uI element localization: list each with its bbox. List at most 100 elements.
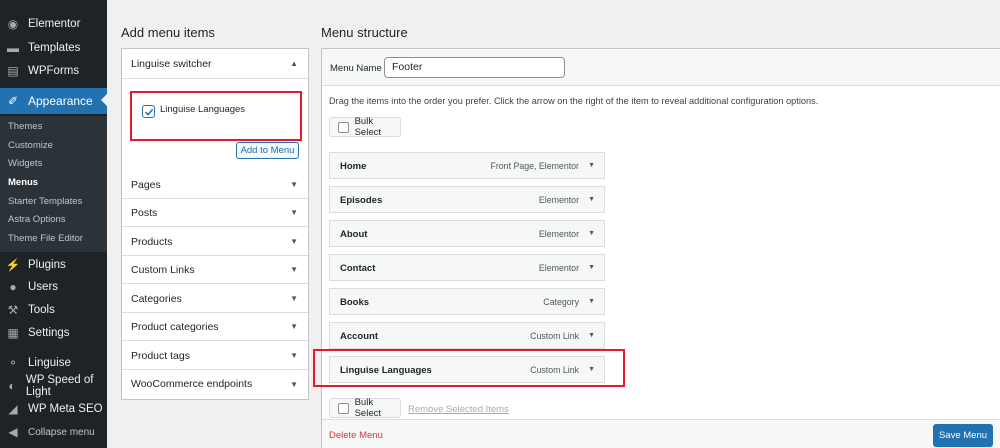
accordion-products[interactable]: Products ▼ xyxy=(122,228,308,256)
sidebar-item-linguise[interactable]: ⚬ Linguise xyxy=(0,351,107,375)
accordion-title: Custom Links xyxy=(131,263,195,276)
collapse-icon: ◀ xyxy=(8,425,18,439)
menu-footer-bar: Delete Menu Save Menu xyxy=(322,419,1000,448)
sidebar-item-label: Plugins xyxy=(28,259,66,271)
accordion-product-tags[interactable]: Product tags ▼ xyxy=(122,342,308,370)
sidebar-item-settings[interactable]: ▦ Settings xyxy=(0,321,107,345)
menu-item-about[interactable]: About Elementor ▼ xyxy=(329,220,605,247)
sidebar-item-label: WP Meta SEO xyxy=(28,403,103,415)
sidebar-item-wpforms[interactable]: ▤ WPForms xyxy=(0,59,107,83)
sidebar-item-label: WPForms xyxy=(28,65,80,77)
add-to-menu-button[interactable]: Add to Menu xyxy=(236,142,299,159)
sidebar-item-wp-meta-seo[interactable]: ◢ WP Meta SEO xyxy=(0,397,107,421)
sidebar-item-plugins[interactable]: ⚡ Plugins xyxy=(0,253,107,277)
chevron-down-icon[interactable]: ▼ xyxy=(290,208,298,217)
menu-structure-panel: Menu Name Footer Drag the items into the… xyxy=(321,48,1000,448)
accordion-linguise-switcher[interactable]: Linguise switcher ▲ xyxy=(122,49,308,79)
menu-item-title: Contact xyxy=(340,263,376,274)
linguise-switcher-highlight: Linguise Languages xyxy=(130,91,302,141)
menu-item-contact[interactable]: Contact Elementor ▼ xyxy=(329,254,605,281)
expand-arrow-icon[interactable]: ▼ xyxy=(588,230,595,237)
sidebar-item-label: Templates xyxy=(28,42,81,54)
menu-item-type: Custom Link xyxy=(530,331,579,341)
expand-arrow-icon[interactable]: ▼ xyxy=(588,162,595,169)
menu-item-title: Account xyxy=(340,331,378,342)
admin-sidebar: ◉ Elementor ▬ Templates ▤ WPForms ✐ Appe… xyxy=(0,0,107,448)
menu-item-title: Episodes xyxy=(340,195,383,206)
accordion-product-categories[interactable]: Product categories ▼ xyxy=(122,313,308,341)
menu-item-home[interactable]: Home Front Page, Elementor ▼ xyxy=(329,152,605,179)
accordion-pages[interactable]: Pages ▼ xyxy=(122,171,308,199)
settings-icon: ▦ xyxy=(7,326,19,340)
chevron-down-icon[interactable]: ▼ xyxy=(290,351,298,360)
menu-item-account[interactable]: Account Custom Link ▼ xyxy=(329,322,605,349)
sidebar-item-templates[interactable]: ▬ Templates xyxy=(0,36,107,60)
submenu-astra-options[interactable]: Astra Options xyxy=(0,210,107,229)
chevron-down-icon[interactable]: ▼ xyxy=(290,294,298,303)
accordion-woocommerce-endpoints[interactable]: WooCommerce endpoints ▼ xyxy=(122,370,308,398)
menu-item-books[interactable]: Books Category ▼ xyxy=(329,288,605,315)
sidebar-item-elementor[interactable]: ◉ Elementor xyxy=(0,12,107,36)
expand-arrow-icon[interactable]: ▼ xyxy=(588,298,595,305)
accordion-title: Pages xyxy=(131,178,161,191)
submenu-menus[interactable]: Menus xyxy=(0,173,107,192)
submenu-starter-templates[interactable]: Starter Templates xyxy=(0,192,107,211)
menu-instructions: Drag the items into the order you prefer… xyxy=(329,96,819,106)
bulk-select-label: Bulk Select xyxy=(354,116,381,138)
sidebar-item-label: Appearance xyxy=(28,94,93,108)
expand-arrow-icon[interactable]: ▼ xyxy=(588,332,595,339)
chevron-down-icon[interactable]: ▼ xyxy=(290,180,298,189)
expand-arrow-icon[interactable]: ▼ xyxy=(588,196,595,203)
chart-icon: ◢ xyxy=(8,402,18,416)
menu-name-input[interactable]: Footer xyxy=(384,57,565,78)
bulk-select-checkbox[interactable] xyxy=(338,121,349,133)
bulk-select-top[interactable]: Bulk Select xyxy=(329,116,401,138)
accordion-posts[interactable]: Posts ▼ xyxy=(122,199,308,227)
chevron-down-icon[interactable]: ▼ xyxy=(290,237,298,246)
bulk-select-bottom[interactable]: Bulk Select xyxy=(329,397,401,419)
menu-item-type: Elementor xyxy=(538,263,579,273)
linguise-languages-checkbox[interactable] xyxy=(142,105,155,118)
add-menu-items-panel: Linguise switcher ▲ Linguise Languages A… xyxy=(121,48,309,400)
sidebar-item-users[interactable]: ● Users xyxy=(0,275,107,299)
menu-name-label: Menu Name xyxy=(330,63,382,74)
menu-item-episodes[interactable]: Episodes Elementor ▼ xyxy=(329,186,605,213)
menu-item-type: Elementor xyxy=(538,195,579,205)
chevron-down-icon[interactable]: ▼ xyxy=(290,322,298,331)
bulk-select-label: Bulk Select xyxy=(354,397,381,419)
menu-structure-heading: Menu structure xyxy=(321,25,408,40)
menu-item-title: Home xyxy=(340,161,367,172)
submenu-customize[interactable]: Customize xyxy=(0,136,107,155)
submenu-widgets[interactable]: Widgets xyxy=(0,154,107,173)
submenu-themes[interactable]: Themes xyxy=(0,117,107,136)
accordion-title: Product tags xyxy=(131,349,190,362)
sidebar-item-label: Collapse menu xyxy=(28,426,95,438)
linguise-item-highlight xyxy=(313,349,625,387)
chevron-up-icon[interactable]: ▲ xyxy=(290,59,298,68)
bulk-select-checkbox[interactable] xyxy=(338,402,349,414)
elementor-icon: ◉ xyxy=(7,17,19,31)
accordion-title: Product categories xyxy=(131,320,219,333)
wrench-icon: ⚒ xyxy=(7,303,19,317)
remove-selected-items-link[interactable]: Remove Selected Items xyxy=(408,404,509,415)
expand-arrow-icon[interactable]: ▼ xyxy=(588,264,595,271)
sidebar-item-label: Tools xyxy=(28,304,55,316)
sidebar-item-wp-speed-of-light[interactable]: ◐ WP Speed of Light xyxy=(0,374,107,398)
delete-menu-link[interactable]: Delete Menu xyxy=(329,430,383,441)
accordion-title: Categories xyxy=(131,292,182,305)
collapse-menu-button[interactable]: ◀ Collapse menu xyxy=(0,420,107,444)
menu-name-bar: Menu Name Footer xyxy=(322,49,1000,86)
submenu-theme-file-editor[interactable]: Theme File Editor xyxy=(0,229,107,248)
chevron-down-icon[interactable]: ▼ xyxy=(290,380,298,389)
accordion-title: Products xyxy=(131,235,173,248)
save-menu-button[interactable]: Save Menu xyxy=(933,424,993,447)
accordion-categories[interactable]: Categories ▼ xyxy=(122,285,308,313)
sidebar-item-label: Settings xyxy=(28,327,70,339)
accordion-custom-links[interactable]: Custom Links ▼ xyxy=(122,256,308,284)
plugin-icon: ⚡ xyxy=(5,258,21,272)
speed-icon: ◐ xyxy=(8,379,16,393)
user-icon: ● xyxy=(9,280,17,294)
sidebar-item-tools[interactable]: ⚒ Tools xyxy=(0,298,107,322)
chevron-down-icon[interactable]: ▼ xyxy=(290,265,298,274)
sidebar-item-appearance[interactable]: ✐ Appearance xyxy=(0,88,107,114)
